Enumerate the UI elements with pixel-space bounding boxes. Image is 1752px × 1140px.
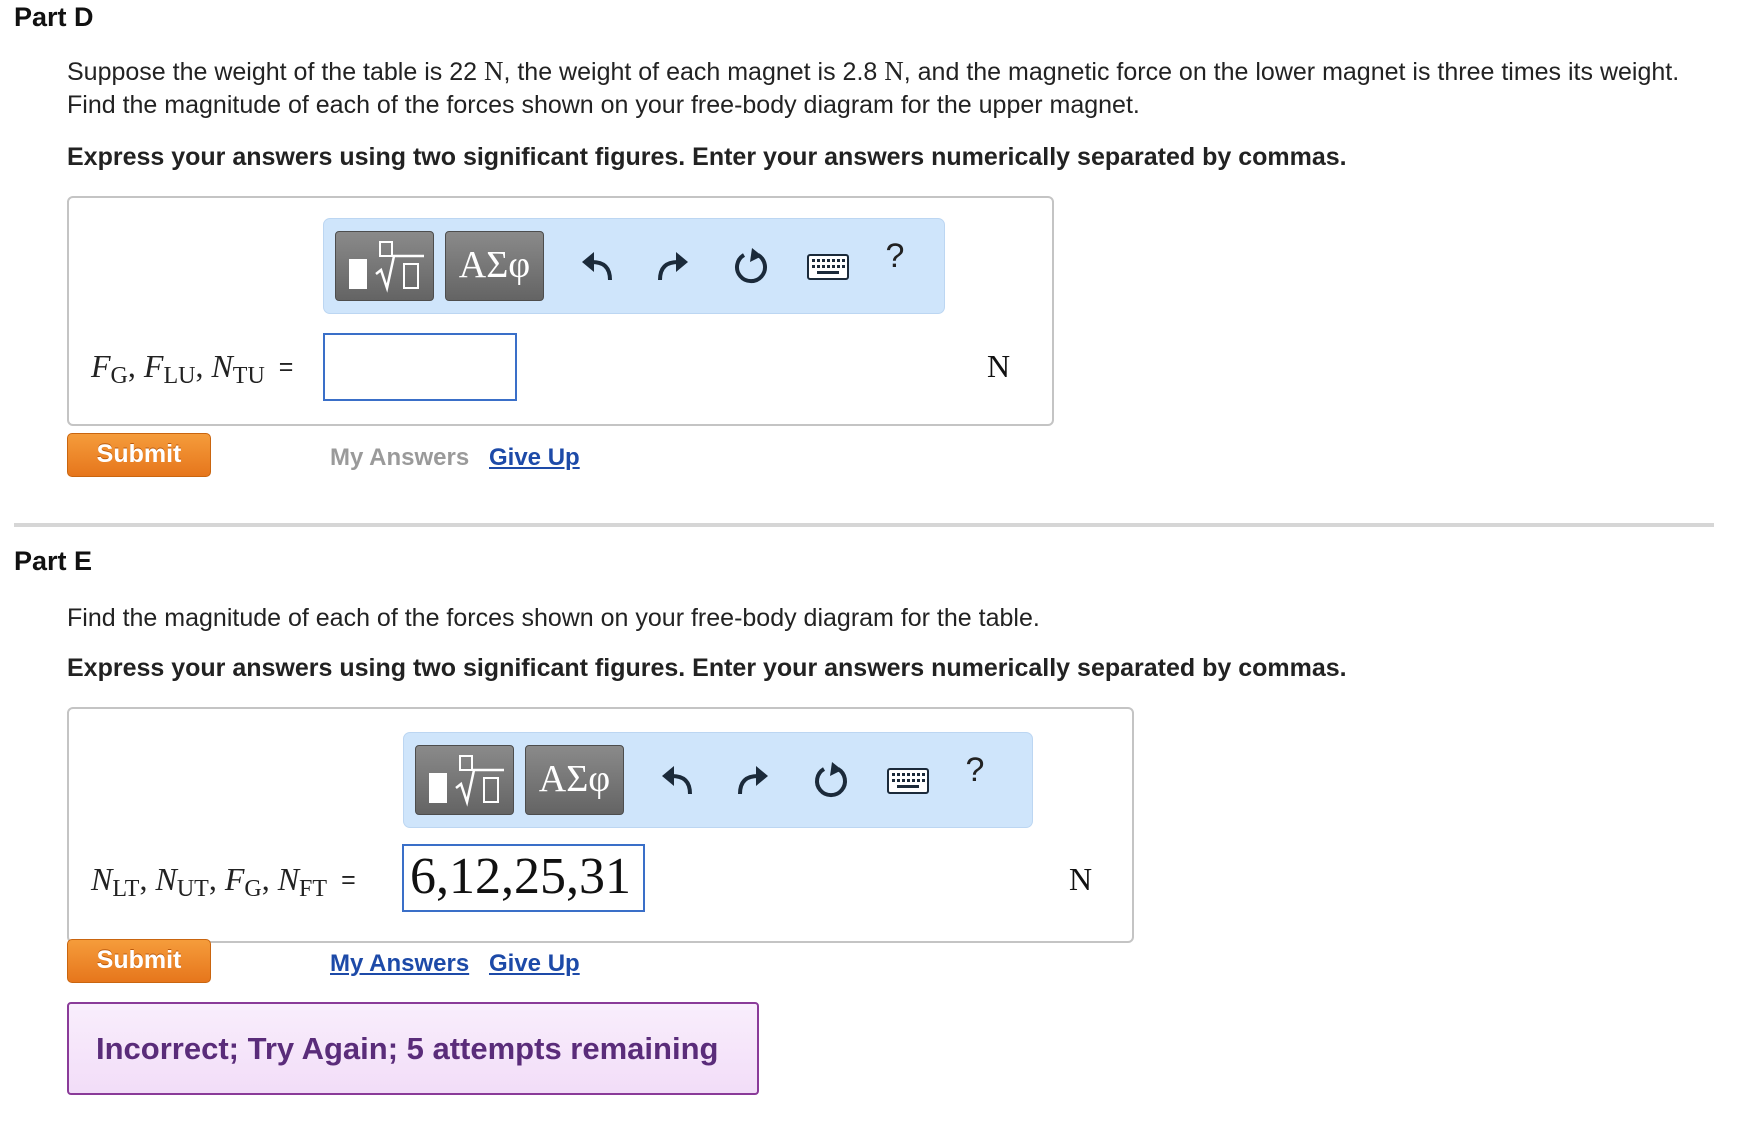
redo-icon: [658, 252, 688, 281]
templates-icon: [455, 755, 504, 807]
redo-icon: [738, 766, 768, 795]
symbols-button[interactable]: ΑΣφ: [445, 231, 544, 301]
var-nut-sub: UT: [176, 876, 209, 902]
part-d-give-up-link[interactable]: Give Up: [489, 444, 580, 472]
symbols-button[interactable]: ΑΣφ: [525, 745, 624, 815]
part-d-title: Part D: [14, 2, 94, 32]
reset-icon: [735, 248, 767, 284]
part-d-prompt-text-2: , the weight of each magnet is 2.8: [503, 58, 878, 86]
reset-button[interactable]: [809, 759, 853, 803]
var-fg-sub: G: [244, 876, 262, 902]
part-d-prompt-unit-2: N: [884, 56, 904, 86]
undo-icon: [582, 252, 612, 281]
var-fg-sub: G: [110, 363, 128, 389]
placeholder-icon: [349, 259, 367, 289]
part-e-submit-button[interactable]: Submit: [67, 939, 211, 983]
section-divider: [14, 523, 1714, 527]
undo-button[interactable]: [575, 245, 619, 289]
help-button[interactable]: ?: [880, 237, 910, 276]
templates-button[interactable]: [415, 745, 514, 815]
part-d-my-answers-link: My Answers: [330, 444, 470, 471]
undo-icon: [662, 766, 692, 795]
part-e-give-up-link[interactable]: Give Up: [489, 950, 580, 978]
var-fg: F: [91, 348, 111, 384]
var-ntu: N: [211, 348, 233, 384]
var-flu: F: [143, 348, 164, 384]
part-d-prompt: Suppose the weight of the table is 22 N,…: [67, 55, 1707, 122]
part-e-prompt: Find the magnitude of each of the forces…: [67, 604, 1040, 632]
var-ntu-sub: TU: [232, 363, 265, 389]
keyboard-button[interactable]: [884, 759, 932, 803]
var-nlt: N: [91, 861, 113, 897]
part-e-answer-input[interactable]: 6,12,25,31: [402, 844, 645, 912]
feedback-message: Incorrect; Try Again; 5 attempts remaini…: [67, 1002, 759, 1095]
undo-button[interactable]: [655, 759, 699, 803]
redo-button[interactable]: [731, 759, 775, 803]
equals-sign: =: [278, 353, 294, 381]
templates-button[interactable]: [335, 231, 434, 301]
equals-sign: =: [341, 866, 356, 894]
part-e-unit: N: [1069, 861, 1093, 897]
part-e-title: Part E: [14, 546, 93, 576]
var-nft-sub: FT: [299, 876, 328, 902]
symbols-label: ΑΣφ: [458, 244, 531, 286]
part-d-prompt-unit-1: N: [483, 56, 504, 86]
keyboard-button[interactable]: [804, 245, 852, 289]
var-flu-sub: LU: [163, 363, 196, 389]
part-e-my-answers-link[interactable]: My Answers: [330, 950, 469, 978]
part-d-unit: N: [987, 348, 1011, 384]
part-e-math-toolbar: ΑΣφ ?: [403, 732, 1033, 828]
help-button[interactable]: ?: [960, 751, 990, 790]
part-e-variable-label: NLT, NUT, FG, NFT =: [91, 861, 356, 902]
var-fg: F: [224, 861, 245, 897]
var-nft: N: [277, 861, 300, 897]
part-d-answer-box: ΑΣφ ? FG, FLU, NTU = N: [67, 196, 1054, 426]
placeholder-icon: [429, 773, 447, 803]
part-e-answer-box: ΑΣφ ? NLT, NUT, FG, NFT = 6,12,25,31 N: [67, 707, 1134, 943]
part-d-prompt-text-1: Suppose the weight of the table is 22: [67, 58, 478, 86]
part-d-submit-button[interactable]: Submit: [67, 433, 211, 477]
part-d-variable-label: FG, FLU, NTU =: [91, 348, 294, 389]
part-e-instruction: Express your answers using two significa…: [67, 654, 1347, 682]
var-nut: N: [155, 861, 177, 897]
templates-icon: [375, 241, 424, 293]
keyboard-icon: [887, 768, 929, 794]
symbols-label: ΑΣφ: [538, 758, 611, 800]
part-d-answer-input[interactable]: [323, 333, 517, 401]
reset-button[interactable]: [729, 245, 773, 289]
keyboard-icon: [807, 254, 849, 280]
var-nlt-sub: LT: [112, 876, 140, 902]
part-d-instruction: Express your answers using two significa…: [67, 143, 1347, 171]
redo-button[interactable]: [651, 245, 695, 289]
reset-icon: [815, 762, 847, 798]
part-d-math-toolbar: ΑΣφ ?: [323, 218, 945, 314]
